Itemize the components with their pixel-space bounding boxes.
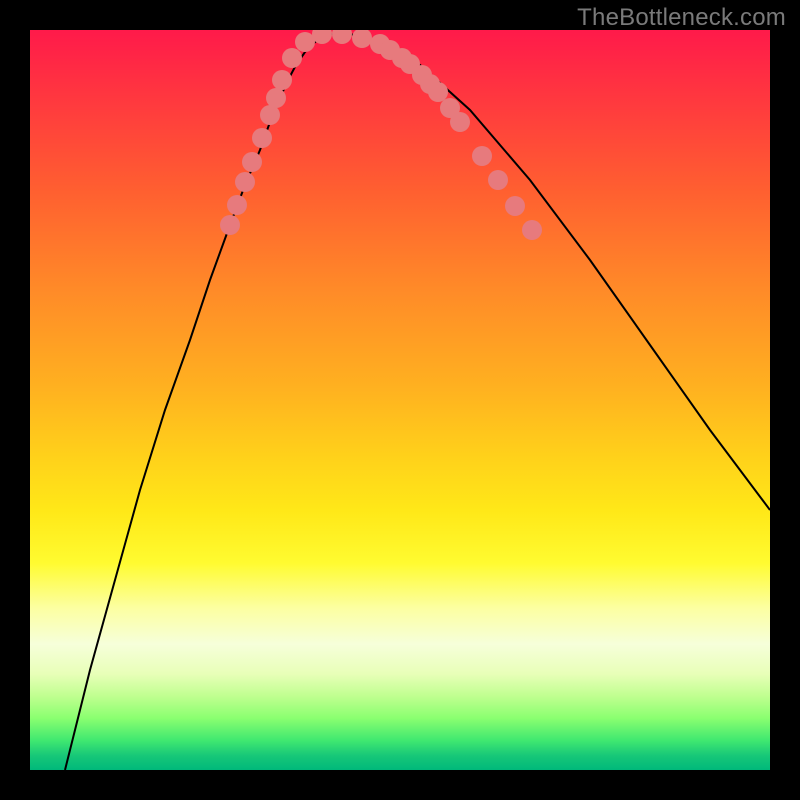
data-point: [252, 128, 272, 148]
data-point: [450, 112, 470, 132]
watermark-text: TheBottleneck.com: [577, 4, 786, 32]
data-point: [260, 105, 280, 125]
data-point: [220, 215, 240, 235]
data-point: [242, 152, 262, 172]
data-point: [428, 82, 448, 102]
data-point: [272, 70, 292, 90]
data-point: [227, 195, 247, 215]
data-point: [352, 30, 372, 48]
data-point: [266, 88, 286, 108]
data-point: [235, 172, 255, 192]
data-point: [282, 48, 302, 68]
data-point: [332, 30, 352, 44]
data-point: [505, 196, 525, 216]
data-point: [295, 32, 315, 52]
plot-area: [30, 30, 770, 770]
data-point: [472, 146, 492, 166]
data-point: [488, 170, 508, 190]
chart-svg: [30, 30, 770, 770]
chart-frame: TheBottleneck.com: [0, 0, 800, 800]
bottleneck-curve: [65, 34, 770, 770]
dots-layer: [220, 30, 542, 240]
data-point: [522, 220, 542, 240]
curve-layer: [65, 34, 770, 770]
